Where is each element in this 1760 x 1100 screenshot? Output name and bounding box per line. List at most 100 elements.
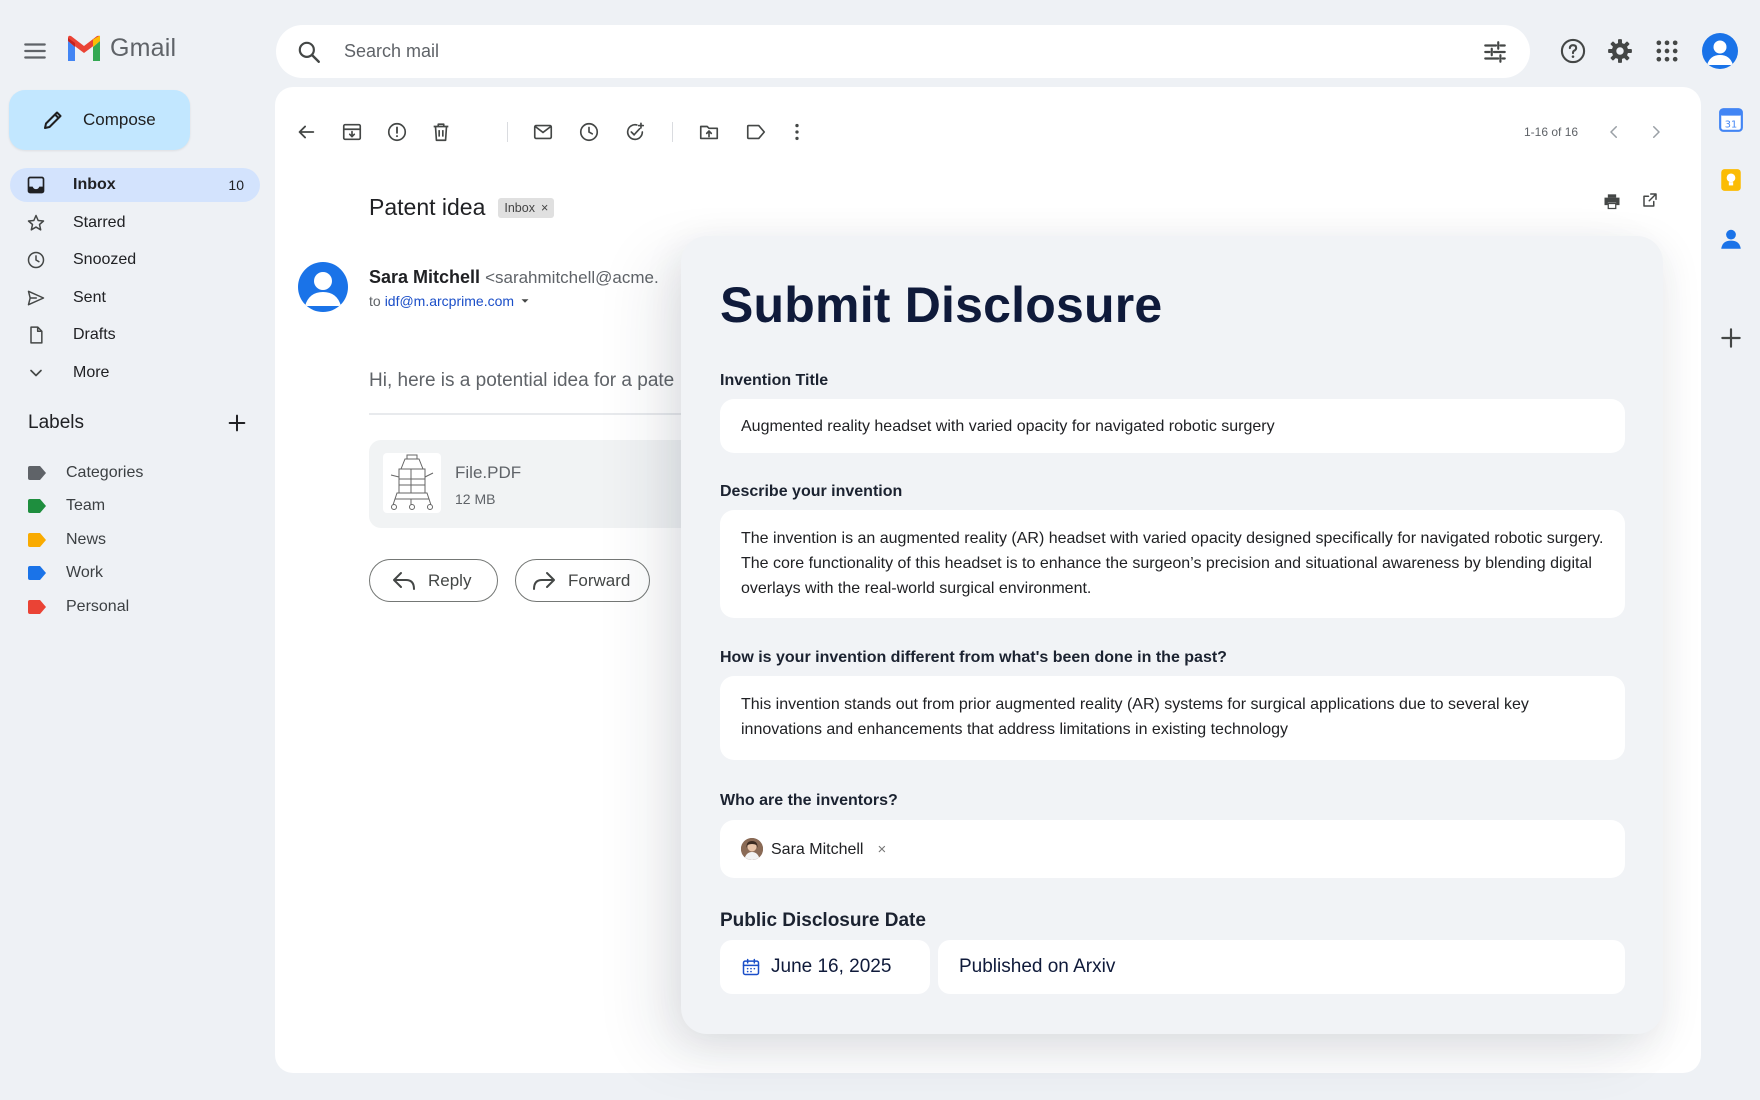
snooze-clock-icon[interactable]: [578, 121, 600, 143]
sender-avatar[interactable]: [298, 262, 348, 312]
label-item-personal[interactable]: Personal: [28, 590, 143, 624]
search-bar[interactable]: Search mail: [276, 25, 1530, 78]
describe-invention-value: The invention is an augmented reality (A…: [741, 530, 1604, 597]
main-menu-button[interactable]: [22, 38, 48, 64]
recipient-line: to idf@m.arcprime.com: [369, 293, 532, 309]
close-icon[interactable]: ×: [877, 837, 886, 862]
chip-label: Inbox: [504, 200, 535, 215]
back-arrow-icon[interactable]: [295, 121, 317, 143]
attachment-name: File.PDF: [455, 463, 522, 482]
add-addon-plus-icon[interactable]: [1718, 325, 1744, 351]
compose-button[interactable]: Compose: [9, 90, 190, 150]
inbox-unread-count: 10: [228, 177, 244, 193]
inventor-avatar: [741, 838, 763, 860]
label-icon[interactable]: [745, 121, 767, 143]
more-vertical-icon[interactable]: [786, 121, 808, 143]
gmail-m-icon: [68, 35, 100, 61]
attachment-card[interactable]: File.PDF 12 MB: [369, 440, 699, 528]
svg-text:31: 31: [1725, 120, 1737, 131]
move-to-folder-icon[interactable]: [698, 121, 720, 143]
pencil-icon: [44, 111, 62, 129]
sidebar-item-more[interactable]: More: [10, 356, 260, 390]
label-name: Categories: [66, 463, 144, 481]
submit-disclosure-panel: Submit Disclosure Invention Title Augmen…: [681, 236, 1663, 1034]
label-item-categories[interactable]: Categories: [28, 456, 143, 490]
disclosure-date-picker[interactable]: June 16, 2025: [720, 940, 930, 994]
mark-unread-mail-icon[interactable]: [532, 121, 554, 143]
toolbar-divider: [507, 122, 508, 142]
chevron-right-icon[interactable]: [1647, 123, 1665, 141]
inventor-photo-icon: [741, 838, 763, 860]
label-item-news[interactable]: News: [28, 523, 143, 557]
close-icon[interactable]: ×: [541, 201, 548, 215]
label-item-team[interactable]: Team: [28, 490, 143, 524]
archive-icon[interactable]: [341, 121, 363, 143]
label-item-work[interactable]: Work: [28, 557, 143, 591]
delete-trash-icon[interactable]: [430, 121, 452, 143]
label-name: Personal: [66, 597, 130, 615]
disclosure-venue-value: Published on Arxiv: [959, 956, 1116, 977]
settings-gear-icon[interactable]: [1606, 37, 1634, 65]
sidebar-item-sent[interactable]: Sent: [10, 281, 260, 315]
clock-icon: [27, 251, 45, 269]
disclosure-title: Submit Disclosure: [720, 277, 1163, 333]
sidebar-item-inbox[interactable]: Inbox 10: [10, 168, 260, 202]
disclosure-date-value: June 16, 2025: [771, 956, 892, 977]
report-spam-icon[interactable]: [386, 121, 408, 143]
invention-difference-value: This invention stands out from prior aug…: [741, 696, 1529, 738]
reply-button[interactable]: Reply: [369, 559, 498, 602]
inventors-field[interactable]: Sara Mitchell ×: [720, 820, 1625, 878]
send-icon: [27, 290, 45, 306]
search-icon[interactable]: [296, 39, 322, 65]
add-label-icon[interactable]: [226, 412, 248, 434]
print-icon[interactable]: [1602, 191, 1622, 211]
inbox-icon: [27, 176, 45, 194]
email-subject-row: Patent idea Inbox ×: [369, 194, 555, 221]
compose-label: Compose: [83, 110, 156, 129]
disclosure-venue-field[interactable]: Published on Arxiv: [938, 940, 1625, 994]
email-body-text: Hi, here is a potential idea for a pate: [369, 370, 675, 391]
search-options-icon[interactable]: [1482, 39, 1508, 65]
inventor-chip[interactable]: Sara Mitchell ×: [741, 820, 1604, 878]
describe-invention-field[interactable]: The invention is an augmented reality (A…: [720, 510, 1625, 618]
invention-title-value: Augmented reality headset with varied op…: [741, 417, 1275, 435]
labels-title: Labels: [28, 412, 84, 433]
labels-list: Categories Team News Work Personal: [28, 456, 143, 624]
apps-grid-icon[interactable]: [1653, 37, 1681, 65]
robotic-cart-sketch-icon: [390, 454, 434, 510]
calendar-app-icon[interactable]: 31: [1718, 107, 1744, 133]
inbox-label-chip[interactable]: Inbox ×: [498, 197, 555, 218]
recipient-address: idf@m.arcprime.com: [384, 293, 515, 309]
sidebar-item-label: Inbox: [73, 176, 116, 193]
keep-notes-icon[interactable]: [1718, 167, 1744, 193]
sidebar-item-starred[interactable]: Starred: [10, 206, 260, 240]
gmail-logo[interactable]: Gmail: [66, 34, 176, 63]
hamburger-menu-icon: [24, 43, 46, 59]
sender-name: Sara Mitchell: [369, 267, 481, 287]
forward-button[interactable]: Forward: [515, 559, 650, 602]
invention-difference-label: How is your invention different from wha…: [720, 649, 1227, 666]
invention-difference-field[interactable]: This invention stands out from prior aug…: [720, 676, 1625, 760]
caret-down-icon[interactable]: [518, 294, 532, 308]
label-name: Work: [66, 564, 104, 582]
inventors-label: Who are the inventors?: [720, 792, 898, 809]
calendar-icon: [742, 958, 760, 976]
open-in-new-window-icon[interactable]: [1641, 191, 1659, 209]
sidebar-item-drafts[interactable]: Drafts: [10, 318, 260, 352]
pagination-count: 1-16 of 16: [1524, 125, 1579, 139]
label-tag-icon: [28, 465, 46, 480]
sidebar-item-label: Starred: [73, 213, 126, 231]
chevron-left-icon[interactable]: [1605, 123, 1623, 141]
contacts-icon[interactable]: [1718, 226, 1744, 252]
reply-arrow-icon: [393, 571, 415, 590]
sidebar-item-snoozed[interactable]: Snoozed: [10, 243, 260, 277]
invention-title-field[interactable]: Augmented reality headset with varied op…: [720, 399, 1625, 453]
sidebar-item-label: Snoozed: [73, 251, 137, 269]
forward-arrow-icon: [533, 571, 555, 590]
label-tag-icon: [28, 599, 46, 614]
add-task-icon[interactable]: [624, 121, 646, 143]
help-icon[interactable]: [1559, 37, 1587, 65]
account-avatar[interactable]: [1702, 33, 1738, 69]
attachment-divider: [369, 413, 699, 415]
search-input[interactable]: Search mail: [344, 41, 1482, 62]
